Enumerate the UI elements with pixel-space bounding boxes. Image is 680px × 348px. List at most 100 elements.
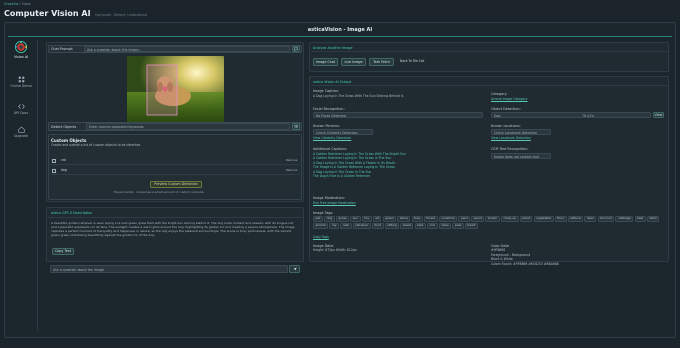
ocr-field: Image does not contain text — [491, 153, 551, 159]
chat-send-button[interactable] — [292, 46, 300, 52]
analyze-panel — [309, 42, 669, 72]
image-tag[interactable]: retriever — [352, 223, 371, 230]
image-tag[interactable]: green — [382, 216, 397, 222]
image-tag[interactable]: stem — [646, 216, 660, 222]
analyze-divider — [311, 51, 667, 52]
image-moderation-link[interactable]: Run Free Image Moderation — [313, 201, 356, 206]
ask-question-input[interactable]: Ask a question about the image — [50, 265, 288, 273]
image-tag[interactable]: sunshine — [438, 216, 458, 222]
remove-button[interactable]: Remove — [286, 168, 297, 172]
image-tag[interactable]: paw — [452, 223, 464, 230]
image-tag[interactable]: food — [371, 223, 384, 230]
image-tag[interactable]: yard — [458, 216, 471, 222]
image-tags-list: pet dog grass sun toy sit green shine tree forest… — [313, 216, 665, 231]
image-tag[interactable]: broccoli — [597, 216, 615, 222]
image-tag[interactable]: relax — [438, 223, 452, 230]
nav-item-vision-ai[interactable]: Vision AI — [4, 40, 38, 59]
description-title: astica GPT-S Description — [51, 211, 93, 215]
chat-bubble-icon — [294, 47, 298, 51]
live-image-button[interactable]: Live Image — [341, 58, 366, 66]
vision-logo-icon — [14, 40, 28, 54]
caption-item[interactable]: The Dog's Face Is A Golden Retriever — [313, 174, 483, 178]
image-data-value: Height: 672px Width: 812px — [313, 248, 357, 252]
image-tag[interactable]: sit — [372, 216, 382, 222]
image-tag[interactable]: kale — [414, 223, 426, 230]
custom-objects-desc: Create and submit a list of custom objec… — [51, 143, 142, 147]
description-divider — [48, 217, 302, 218]
checkbox[interactable] — [52, 169, 56, 173]
nav-item-online-demo[interactable]: Online Demo — [4, 76, 38, 88]
image-tag[interactable]: tree — [411, 216, 423, 222]
detect-objects-input[interactable]: Enter comma separated keywords — [86, 123, 290, 130]
send-icon — [292, 267, 297, 271]
image-tag[interactable]: dog — [324, 216, 335, 222]
image-tag[interactable]: forest — [423, 216, 438, 222]
image-tag[interactable]: pet — [313, 216, 323, 222]
known-locations-link[interactable]: View Landmark Detection — [491, 136, 531, 141]
object-detection-label: Object Detection: — [491, 107, 521, 111]
breadcrumb-item-vision[interactable]: Vision — [22, 2, 32, 6]
image-moderation-label: Image Moderation: — [313, 196, 346, 200]
category-label: Category: — [491, 92, 508, 96]
copy-text-button[interactable]: Copy Text — [52, 248, 74, 255]
image-tag[interactable]: brown — [485, 216, 500, 222]
image-tag[interactable]: lettuce — [567, 216, 584, 222]
image-tag[interactable]: lush — [340, 223, 352, 230]
image-tag[interactable]: toy — [361, 216, 372, 222]
image-tag[interactable]: sun — [350, 216, 361, 222]
custom-object-row — [50, 167, 300, 175]
breadcrumb-item-graphine[interactable]: Graphine — [4, 2, 19, 6]
known-persons-link[interactable]: View Celebrity Detection — [313, 136, 351, 141]
image-tag[interactable]: grass — [335, 216, 350, 222]
image-tag[interactable]: floor — [554, 216, 567, 222]
detect-objects-label: Detect Objects — [51, 124, 77, 129]
ocr-label: OCR Text Recognition: — [491, 147, 529, 151]
image-tag[interactable]: kale — [634, 216, 646, 222]
tool-title: asticaVision - Image AI — [307, 27, 373, 33]
back-to-file-list-link[interactable]: Back To File List — [400, 59, 424, 64]
results-divider — [311, 85, 667, 86]
object-score: 76.41% — [582, 113, 595, 118]
known-locations-field: Check Landmark Detection — [491, 129, 551, 135]
image-tag[interactable]: sitting — [384, 223, 400, 230]
detect-submit-button[interactable] — [292, 123, 300, 130]
facial-recognition-field: No Faces Detected — [313, 112, 483, 118]
image-tag[interactable]: close-up — [500, 216, 519, 222]
image-tag[interactable]: heart — [464, 223, 478, 230]
chat-prompt-input[interactable]: Ask a question about this image... — [84, 46, 290, 52]
ask-send-button[interactable] — [289, 265, 300, 273]
image-tag[interactable]: plant — [519, 216, 533, 222]
image-tag[interactable]: curl — [427, 223, 438, 230]
image-tag[interactable]: cabbage — [615, 216, 634, 222]
preview-custom-detection-button[interactable]: Preview Custom Detection — [150, 181, 202, 188]
copy-tags-link[interactable]: Copy Tags — [313, 235, 329, 240]
custom-object-name: cat — [61, 158, 66, 162]
object-view-button[interactable]: View — [653, 112, 664, 118]
analyze-title: Analyze Another Image — [313, 45, 353, 50]
custom-object-name: dog — [61, 168, 67, 172]
chat-prompt-label: Chat Prompt: — [51, 47, 74, 51]
image-tag[interactable]: animal — [313, 223, 329, 230]
image-tag[interactable]: ray — [329, 223, 340, 230]
description-text: A beautiful golden retriever is seen lay… — [51, 221, 295, 238]
category-link[interactable]: Animal Image Category — [491, 97, 528, 102]
remove-button[interactable]: Remove — [286, 158, 297, 162]
image-tag[interactable]: lawn — [584, 216, 597, 222]
image-tag[interactable]: vegetable — [533, 216, 554, 222]
uploaded-image[interactable] — [127, 56, 224, 122]
nav-item-api-docs[interactable]: API Docs — [4, 103, 38, 115]
image-tag[interactable]: wood — [471, 216, 485, 222]
image-caption-label: Image Caption: — [313, 89, 339, 93]
text-fetch-button[interactable]: Text Fetch — [369, 58, 394, 66]
color-data-line: Colors Found: #9F8866 #6C6253 #BBA688 — [491, 261, 559, 266]
image-caption-value: A Dog Laying In The Grass With The Sun S… — [313, 94, 404, 98]
dog-photo — [127, 56, 224, 122]
image-tag[interactable]: shine — [397, 216, 411, 222]
known-locations-label: Known Locations: — [491, 124, 521, 128]
image-chat-button[interactable]: Image Chat — [313, 58, 338, 66]
image-tag[interactable]: weed — [400, 223, 414, 230]
nav-item-upgrade[interactable]: Upgrade — [4, 126, 38, 138]
results-title: astica Vision AI Output — [313, 79, 352, 84]
custom-objects-note: Experimental - Consumes a small amount o… — [114, 190, 204, 194]
checkbox[interactable] — [52, 159, 56, 163]
